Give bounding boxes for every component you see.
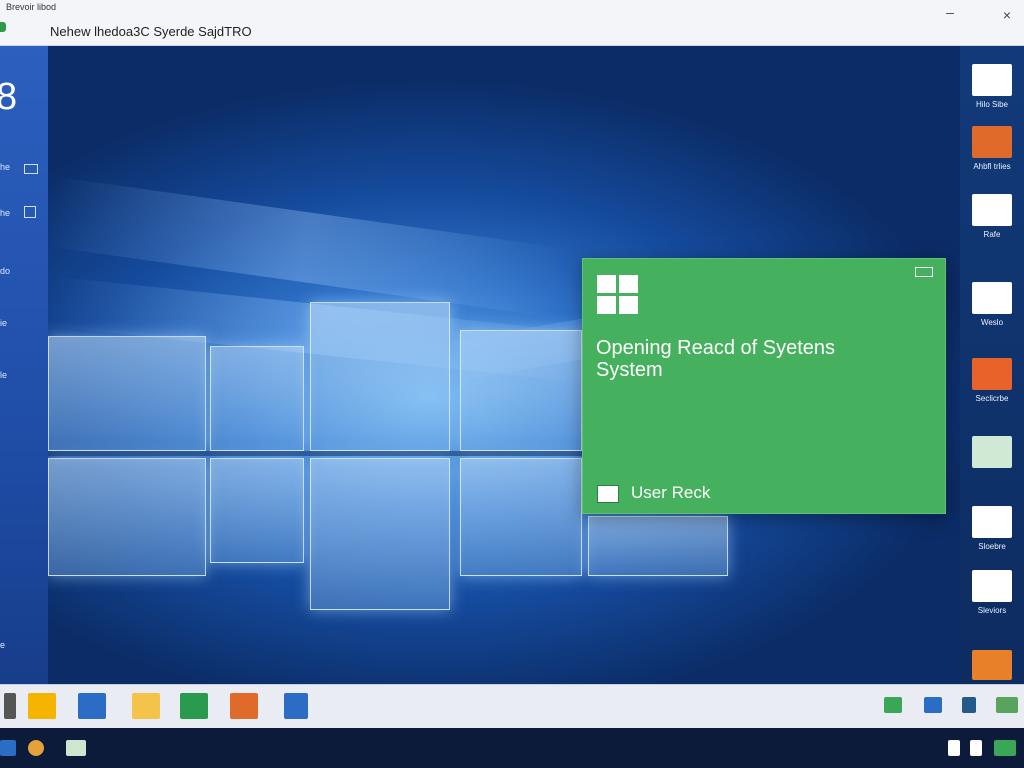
sidebar-item-label: e [0,640,6,650]
title-bar-mini-label: Brevoir libod [6,2,57,12]
rail-item-calendar[interactable] [960,436,1024,468]
pinwheel-icon[interactable] [28,693,56,719]
arrow-left-icon[interactable] [4,693,16,719]
window-icon[interactable] [924,697,942,713]
store-icon [972,282,1012,314]
taskbar [0,684,1024,728]
sidebar-item-2[interactable]: he [0,208,10,218]
green-app-icon[interactable] [884,697,902,713]
logo-divider [48,451,588,456]
rail-item-contacts[interactable]: Sleviors [960,570,1024,615]
sidebar-item-5[interactable]: le [0,370,7,380]
contacts-icon [972,570,1012,602]
left-sidebar: 8 he he do ie le e [0,46,48,684]
logo-pane [48,458,206,576]
rail-item-office[interactable]: Ahbfl trlies [960,126,1024,171]
minimize-button[interactable]: – [944,5,956,20]
app-indicator-icon [0,22,6,32]
rail-item-label: Sleviors [977,606,1007,615]
screen: Brevoir libod Nehew lhedoa3C Syerde Sajd… [0,0,1024,768]
rail-item-label: Seclicrbe [975,394,1009,403]
browser-icon[interactable] [28,740,44,756]
sidebar-item-1[interactable]: he [0,162,10,172]
rail-item-label: Hilo Sibe [975,100,1008,109]
logo-pane [48,336,206,451]
chart-icon [972,650,1012,680]
rail-item-label: Rafe [983,230,1001,239]
document-icon [972,194,1012,226]
user-reck-label: User Reck [631,483,711,502]
sidebar-item-label: he [0,208,11,218]
monitor-icon[interactable] [24,164,38,174]
apps-grid-icon[interactable] [994,740,1016,756]
logo-pane [310,302,450,451]
mail-icon[interactable] [78,693,106,719]
windows-logo-icon [597,275,639,315]
rail-item-files[interactable]: Hilo Sibe [960,64,1024,109]
calendar-icon [972,436,1012,468]
rail-item-store[interactable]: Weslo [960,282,1024,327]
rail-item-chart[interactable] [960,650,1024,680]
logo-pane [588,516,728,576]
logo-pane [210,458,304,563]
logo-pane [210,346,304,451]
sidebar-item-label: le [0,370,8,380]
panel-options-icon[interactable] [915,267,933,277]
logo-pane [460,458,582,576]
store-icon[interactable] [284,693,308,719]
title-bar: Brevoir libod Nehew lhedoa3C Syerde Sajd… [0,0,1024,46]
notes-icon[interactable] [66,740,86,756]
sidebar-item-4[interactable]: ie [0,318,7,328]
office-icon [972,126,1012,158]
notification-panel[interactable]: Opening Reacd of Syetens System User Rec… [582,258,946,514]
panel-title: Opening Reacd of Syetens [596,337,836,359]
rail-item-label: Weslo [980,318,1004,327]
sidebar-item-label: he [0,162,11,172]
start-icon[interactable] [0,740,16,756]
excel-icon[interactable] [180,693,208,719]
list-icon [597,485,619,503]
rail-item-document[interactable]: Rafe [960,194,1024,239]
photos-icon [972,506,1012,538]
presentation-icon [972,358,1012,390]
rail-item-label: Sloebre [978,542,1006,551]
dark-app-icon[interactable] [962,697,976,713]
network-icon[interactable] [970,740,982,756]
sidebar-digit: 8 [0,76,18,118]
speaker-icon[interactable] [948,740,960,756]
right-icon-rail: Hilo Sibe Ahbfl trlies Rafe Weslo Seclic… [960,46,1024,684]
sidebar-item-label: do [0,266,11,276]
window-title: Nehew lhedoa3C Syerde SajdTRO [50,24,252,39]
close-button[interactable]: × [1000,8,1014,22]
files-icon [972,64,1012,96]
sidebar-item-6[interactable]: e [0,640,5,650]
picture-icon[interactable] [230,693,258,719]
rail-item-label: Ahbfl trlies [973,162,1011,171]
logo-pane [460,330,582,451]
sidebar-item-3[interactable]: do [0,266,10,276]
logo-pane [310,458,450,610]
rail-item-photos[interactable]: Sloebre [960,506,1024,551]
window-icon[interactable] [24,206,36,218]
system-tray [0,728,1024,768]
panel-subtitle: System [596,359,663,381]
sidebar-item-label: ie [0,318,8,328]
folder-icon[interactable] [132,693,160,719]
grid-icon[interactable] [996,697,1018,713]
rail-item-presentation[interactable]: Seclicrbe [960,358,1024,403]
